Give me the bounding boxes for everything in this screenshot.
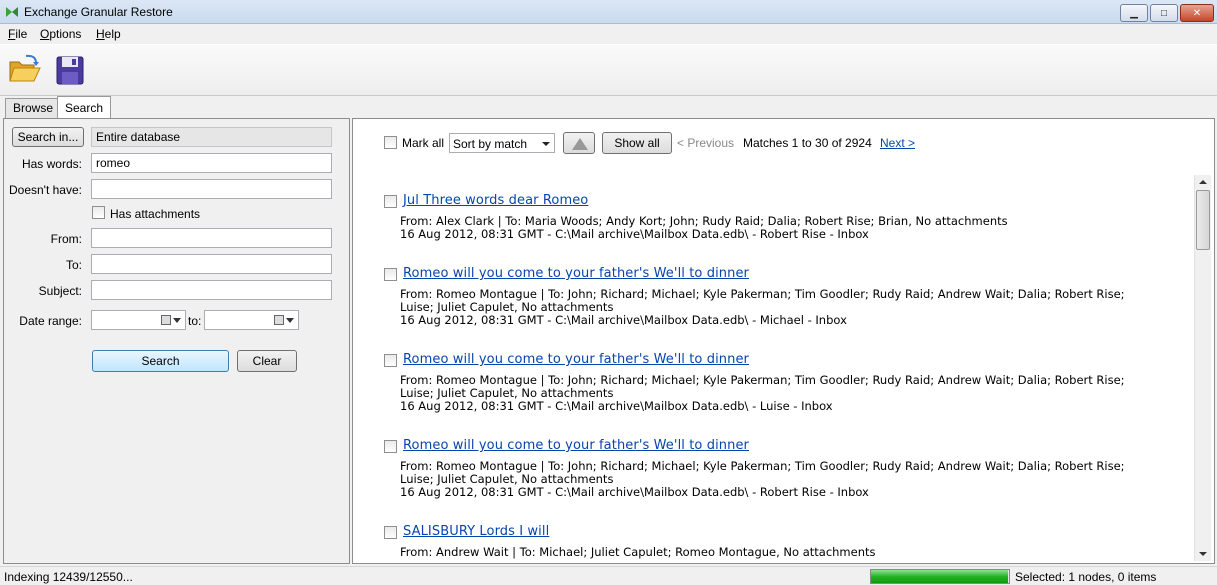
previous-link[interactable]: < Previous <box>677 136 734 150</box>
selection-status: Selected: 1 nodes, 0 items <box>1015 570 1157 584</box>
results-scrollbar[interactable] <box>1194 175 1211 561</box>
result-checkbox[interactable] <box>384 526 397 539</box>
maximize-button[interactable]: □ <box>1150 4 1178 22</box>
indexing-status: Indexing 12439/12550... <box>4 570 133 584</box>
result-location: 16 Aug 2012, 08:31 GMT - C:\Mail archive… <box>400 485 869 499</box>
open-folder-icon[interactable] <box>6 53 42 87</box>
result-subject-link[interactable]: Romeo will you come to your father's We'… <box>403 352 749 367</box>
indexing-progress-bar <box>870 569 1010 584</box>
sort-direction-button[interactable] <box>563 132 595 154</box>
sort-select[interactable]: Sort by match <box>449 133 555 153</box>
result-subject-link[interactable]: Jul Three words dear Romeo <box>403 193 588 208</box>
chevron-down-icon <box>542 142 550 146</box>
search-in-field: Entire database <box>91 127 332 147</box>
tab-search-label: Search <box>65 101 104 115</box>
result-checkbox[interactable] <box>384 268 397 281</box>
minimize-icon: ▁ <box>1130 7 1138 19</box>
subject-input[interactable] <box>91 280 332 300</box>
has-words-label: Has words: <box>21 157 82 171</box>
tab-strip: Browse Search <box>0 96 1217 118</box>
has-attachments-checkbox[interactable] <box>92 206 105 219</box>
menu-file[interactable]: File <box>8 27 27 41</box>
result-location: 16 Aug 2012, 08:31 GMT - C:\Mail archive… <box>400 399 833 413</box>
has-words-input[interactable]: romeo <box>91 153 332 173</box>
doesnt-have-label: Doesn't have: <box>8 183 82 197</box>
mark-all-label: Mark all <box>402 136 445 150</box>
scroll-thumb[interactable] <box>1196 190 1210 250</box>
date-from-picker[interactable] <box>91 310 186 330</box>
minimize-button[interactable]: ▁ <box>1120 4 1148 22</box>
result-recipients: From: Andrew Wait | To: Michael; Juliet … <box>400 545 876 559</box>
date-range-label: Date range: <box>19 314 82 328</box>
search-button[interactable]: Search <box>92 350 229 372</box>
calendar-icon <box>161 315 171 325</box>
calendar-icon <box>274 315 284 325</box>
save-disk-icon[interactable] <box>52 53 88 87</box>
doesnt-have-input[interactable] <box>91 179 332 199</box>
maximize-icon: □ <box>1160 7 1168 19</box>
from-input[interactable] <box>91 228 332 248</box>
window-title: Exchange Granular Restore <box>24 5 173 19</box>
results-list: Jul Three words dear Romeo From: Alex Cl… <box>353 175 1193 563</box>
show-all-button[interactable]: Show all <box>602 132 672 154</box>
result-meta: From: Andrew Wait | To: Michael; Juliet … <box>400 546 1160 559</box>
sort-select-value: Sort by match <box>453 137 528 151</box>
result-checkbox[interactable] <box>384 195 397 208</box>
subject-label: Subject: <box>38 284 82 298</box>
toolbar <box>0 44 1217 96</box>
triangle-up-icon <box>572 138 588 150</box>
date-to-label: to: <box>188 314 202 328</box>
app-logo-icon <box>6 7 18 17</box>
result-checkbox[interactable] <box>384 354 397 367</box>
chevron-down-icon <box>286 318 294 323</box>
close-icon: ✕ <box>1192 7 1202 19</box>
mark-all-checkbox[interactable] <box>384 136 397 149</box>
to-label: To: <box>65 258 82 272</box>
result-location: 16 Aug 2012, 08:31 GMT - C:\Mail archive… <box>400 313 847 327</box>
result-subject-link[interactable]: Romeo will you come to your father's We'… <box>403 438 749 453</box>
tab-browse[interactable]: Browse <box>5 98 62 118</box>
search-in-button[interactable]: Search in... <box>12 127 84 147</box>
matches-count: Matches 1 to 30 of 2924 <box>743 136 872 150</box>
next-link[interactable]: Next > <box>880 136 915 150</box>
clear-button[interactable]: Clear <box>237 350 297 372</box>
search-panel: Search in... Entire database Has words: … <box>3 118 350 564</box>
result-location: 16 Aug 2012, 08:31 GMT - C:\Mail archive… <box>400 227 869 241</box>
result-meta: From: Romeo Montague | To: John; Richard… <box>400 460 1160 499</box>
from-label: From: <box>50 232 82 246</box>
status-bar: Indexing 12439/12550... Selected: 1 node… <box>0 566 1217 585</box>
chevron-down-icon <box>173 318 181 323</box>
scroll-down-icon[interactable] <box>1199 552 1207 556</box>
menu-options[interactable]: Options <box>40 27 81 41</box>
tab-search[interactable]: Search <box>57 96 112 118</box>
result-meta: From: Alex Clark | To: Maria Woods; Andy… <box>400 215 1160 241</box>
menu-help[interactable]: Help <box>96 27 121 41</box>
result-meta: From: Romeo Montague | To: John; Richard… <box>400 288 1160 327</box>
has-attachments-label: Has attachments <box>110 207 201 221</box>
progress-fill <box>871 570 1008 583</box>
result-checkbox[interactable] <box>384 440 397 453</box>
tab-browse-label: Browse <box>13 101 54 115</box>
result-meta: From: Romeo Montague | To: John; Richard… <box>400 374 1160 413</box>
result-subject-link[interactable]: SALISBURY Lords I will <box>403 524 549 539</box>
to-input[interactable] <box>91 254 332 274</box>
title-bar: Exchange Granular Restore ▁ □ ✕ <box>0 0 1217 24</box>
date-to-picker[interactable] <box>204 310 299 330</box>
scroll-up-icon[interactable] <box>1199 180 1207 184</box>
close-button[interactable]: ✕ <box>1180 4 1214 22</box>
menu-bar: File Options Help <box>0 24 1217 44</box>
results-panel: Mark all Sort by match Show all < Previo… <box>352 118 1215 564</box>
result-subject-link[interactable]: Romeo will you come to your father's We'… <box>403 266 749 281</box>
